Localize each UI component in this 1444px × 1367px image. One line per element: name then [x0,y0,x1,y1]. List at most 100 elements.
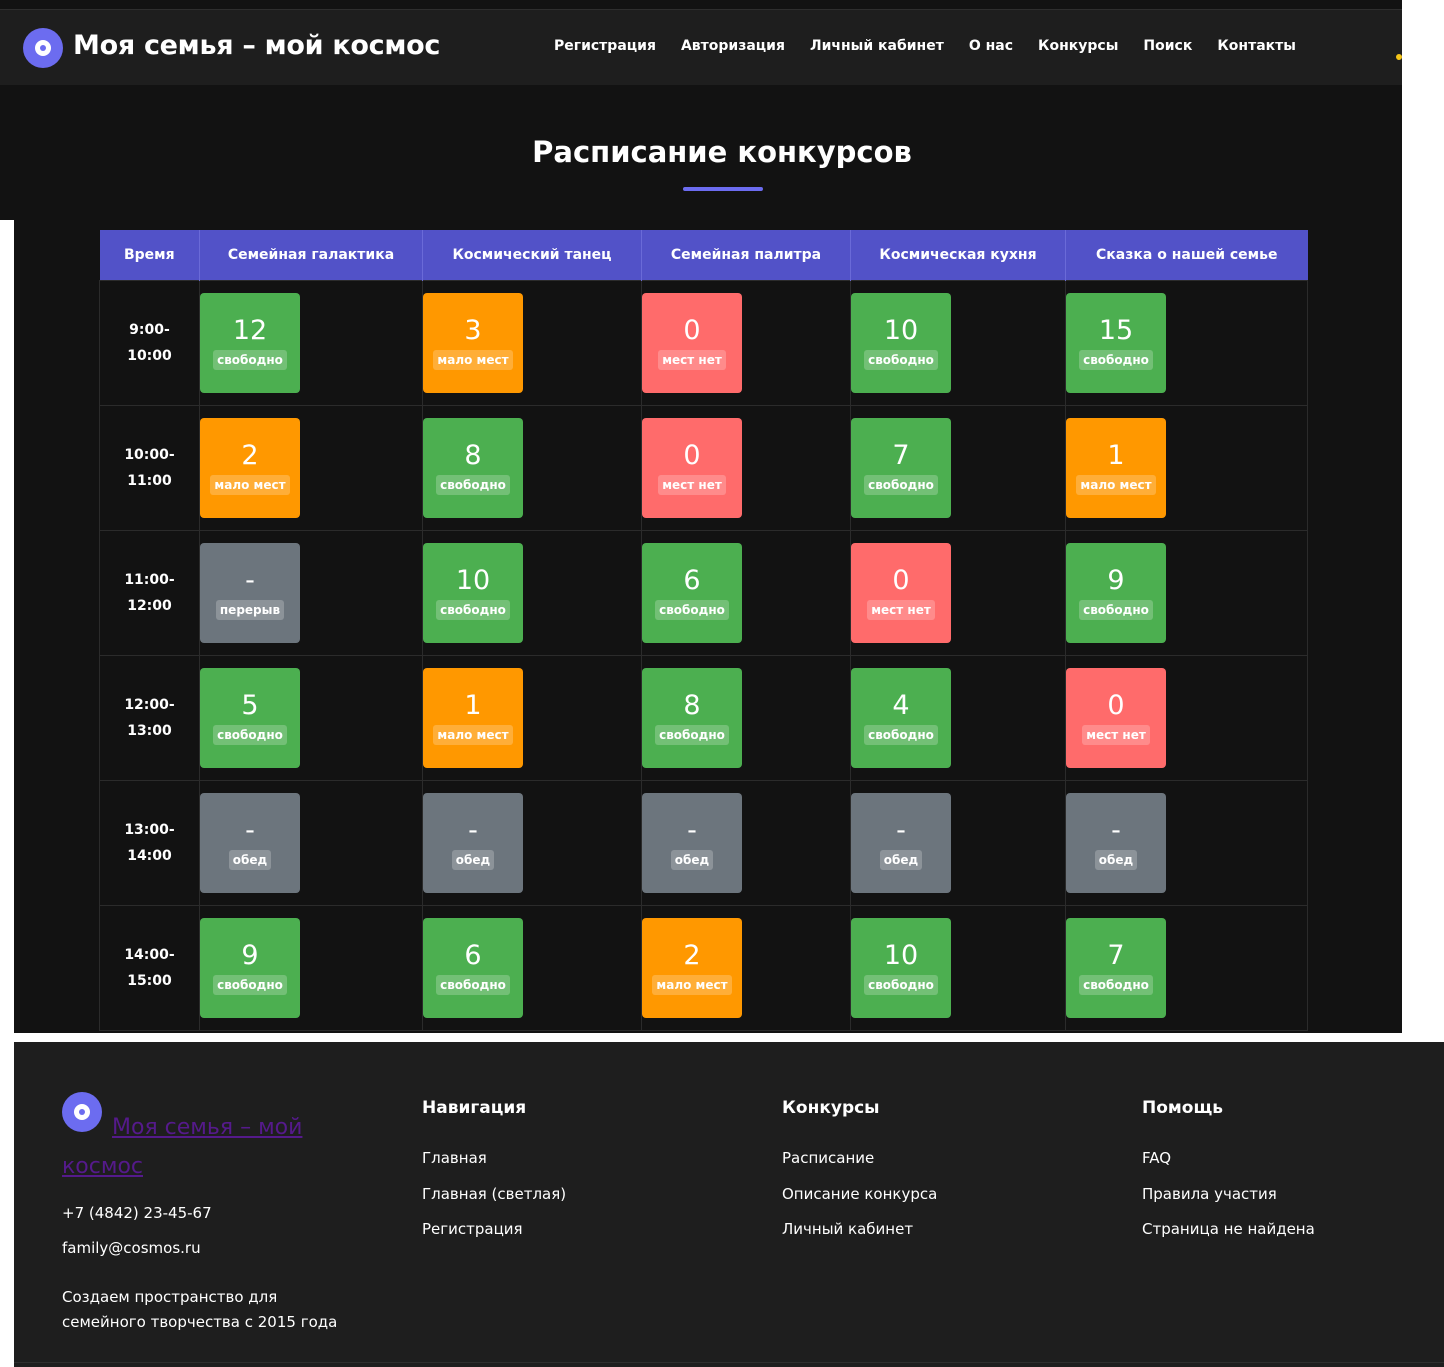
site-header: Моя семья – мой космос Регистрация Автор… [0,10,1402,85]
slot-status-badge: мест нет [658,350,726,370]
slot-status-badge: свободно [864,350,938,370]
slot-card[interactable]: 10 свободно [851,918,951,1018]
nav-item-contests[interactable]: Конкурсы [1038,38,1118,54]
slot-card[interactable]: 2 мало мест [642,918,742,1018]
slot-status-badge: мало мест [433,725,513,745]
slot-card[interactable]: 9 свободно [200,918,300,1018]
slot-cell: 2 мало мест [199,405,423,531]
slot-card: - обед [851,793,951,893]
footer-column-help: Помощь FAQ Правила участия Страница не н… [1142,1096,1315,1255]
footer-link[interactable]: Расписание [782,1148,937,1184]
slot-card[interactable]: 0 мест нет [642,418,742,518]
slot-card: - обед [200,793,300,893]
slot-status-badge: мало мест [1076,475,1156,495]
slot-cell: 7 свободно [850,405,1066,531]
footer-column-navigation: Навигация Главная Главная (светлая) Реги… [422,1096,566,1255]
slot-status-badge: свободно [864,975,938,995]
moon-icon[interactable] [1396,54,1402,60]
slot-cell: 5 свободно [199,655,423,781]
slot-status-badge: свободно [864,725,938,745]
slot-count: 9 [1107,565,1125,596]
slot-status-badge: свободно [655,600,729,620]
schedule-table: Время Семейная галактика Космический тан… [99,230,1308,1031]
table-row: 10:00- 11:00 2 мало мест 8 свободно 0 мест нет 7… [99,405,1308,531]
slot-cell: 9 свободно [199,905,423,1031]
slot-card[interactable]: 5 свободно [200,668,300,768]
slot-status-badge: мест нет [867,600,935,620]
footer-link[interactable]: Главная (светлая) [422,1184,566,1220]
table-row: 12:00- 13:00 5 свободно 1 мало мест 8 свободно 4… [99,655,1308,781]
footer-column-title: Конкурсы [782,1098,880,1118]
nav-item-registration[interactable]: Регистрация [554,38,656,54]
slot-cell: - обед [641,780,851,906]
slot-count: 12 [232,315,268,346]
nav-item-about[interactable]: О нас [969,38,1013,54]
slot-card[interactable]: 10 свободно [851,293,951,393]
slot-status-badge: обед [1094,850,1138,870]
footer-column-title: Навигация [422,1098,527,1118]
time-cell: 14:00- 15:00 [99,905,200,1031]
site-brand[interactable]: Моя семья – мой космос [73,30,440,61]
slot-card[interactable]: 6 свободно [423,918,523,1018]
slot-card[interactable]: 8 свободно [642,668,742,768]
time-start: 10:00- [124,447,175,463]
slot-cell: 10 свободно [850,905,1066,1031]
slot-cell: 4 свободно [850,655,1066,781]
slot-card[interactable]: 12 свободно [200,293,300,393]
slot-count: - [896,815,906,846]
footer-link[interactable]: Правила участия [1142,1184,1315,1220]
slot-count: 2 [683,940,701,971]
time-end: 10:00 [127,348,172,364]
slot-count: - [687,815,697,846]
slot-count: 0 [1107,690,1125,721]
footer-link[interactable]: Главная [422,1148,566,1184]
footer-about: Создаем пространство для семейного творч… [62,1288,338,1331]
slot-count: - [245,565,255,596]
footer-phone: +7 (4842) 23-45-67 [62,1204,212,1222]
logo-icon[interactable] [23,28,63,68]
slot-card[interactable]: 4 свободно [851,668,951,768]
footer-link[interactable]: FAQ [1142,1148,1315,1184]
slot-count: 3 [464,315,482,346]
slot-card[interactable]: 3 мало мест [423,293,523,393]
slot-card[interactable]: 0 мест нет [1066,668,1166,768]
slot-status-badge: перерыв [215,600,285,620]
slot-cell: 9 свободно [1065,530,1308,656]
column-header: Космическая кухня [850,230,1066,281]
time-cell: 13:00- 14:00 [99,780,200,906]
slot-cell: 10 свободно [850,280,1066,406]
slot-status-badge: свободно [1079,600,1153,620]
nav-item-account[interactable]: Личный кабинет [810,38,944,54]
slot-card[interactable]: 7 свободно [1066,918,1166,1018]
nav-item-search[interactable]: Поиск [1143,38,1192,54]
slot-card[interactable]: 2 мало мест [200,418,300,518]
slot-card[interactable]: 7 свободно [851,418,951,518]
slot-cell: - обед [850,780,1066,906]
slot-card[interactable]: 6 свободно [642,543,742,643]
slot-status-badge: обед [879,850,923,870]
slot-status-badge: мест нет [1082,725,1150,745]
footer-brand-link[interactable]: Моя семья – мой космос [62,1108,332,1186]
column-header: Семейная палитра [641,230,851,281]
footer-link[interactable]: Страница не найдена [1142,1219,1315,1255]
slot-cell: 0 мест нет [1065,655,1308,781]
slot-card[interactable]: 9 свободно [1066,543,1166,643]
slot-cell: - обед [199,780,423,906]
slot-card[interactable]: 8 свободно [423,418,523,518]
slot-card[interactable]: 0 мест нет [851,543,951,643]
footer-link[interactable]: Личный кабинет [782,1219,937,1255]
slot-card[interactable]: 1 мало мест [1066,418,1166,518]
slot-count: - [245,815,255,846]
slot-card[interactable]: 15 свободно [1066,293,1166,393]
footer-column-contests: Конкурсы Расписание Описание конкурса Ли… [782,1096,937,1255]
slot-count: 1 [464,690,482,721]
slot-card[interactable]: 10 свободно [423,543,523,643]
slot-status-badge: свободно [864,475,938,495]
nav-item-login[interactable]: Авторизация [681,38,785,54]
nav-item-contacts[interactable]: Контакты [1217,38,1296,54]
slot-card[interactable]: 0 мест нет [642,293,742,393]
slot-card[interactable]: 1 мало мест [423,668,523,768]
footer-link[interactable]: Описание конкурса [782,1184,937,1220]
footer-link[interactable]: Регистрация [422,1219,566,1255]
slot-count: 4 [892,690,910,721]
